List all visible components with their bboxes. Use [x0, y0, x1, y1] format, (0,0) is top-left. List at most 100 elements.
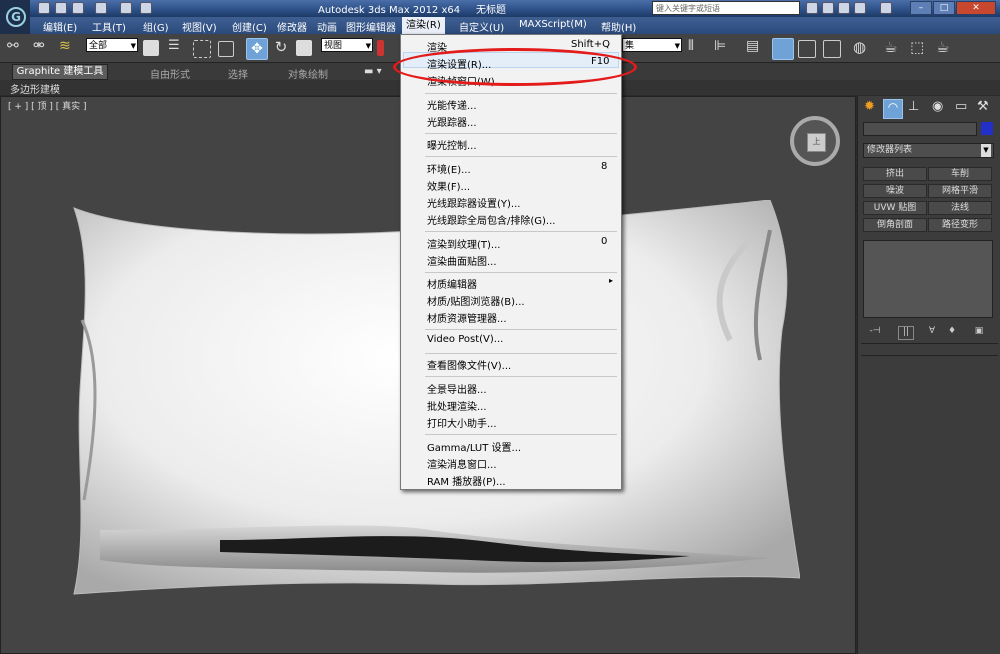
save-file-icon[interactable]	[72, 2, 84, 14]
object-color-swatch[interactable]	[981, 122, 993, 135]
ribbon-options-icon[interactable]: ▬ ▾	[364, 66, 382, 77]
selection-filter-dropdown[interactable]: 全部	[86, 38, 138, 53]
ribbon-tab-object-paint[interactable]: 对象绘制	[288, 66, 328, 81]
curve-editor-icon[interactable]	[798, 40, 816, 58]
named-selection-sets-dropdown[interactable]: 集	[622, 38, 682, 53]
select-and-rotate-icon[interactable]: ↻	[271, 38, 291, 58]
ribbon-panel-polygon-modeling[interactable]: 多边形建模	[10, 81, 60, 96]
new-file-icon[interactable]	[38, 2, 50, 14]
search-icon[interactable]	[806, 2, 818, 14]
window-crossing-icon[interactable]	[218, 41, 234, 57]
select-link-icon[interactable]: ⚯	[7, 38, 27, 58]
menu-exposure-control[interactable]: 曝光控制...	[427, 137, 477, 152]
bind-space-warp-icon[interactable]: ≋	[59, 38, 79, 58]
menu-effects[interactable]: 效果(F)...	[427, 178, 470, 193]
menu-group[interactable]: 组(G)	[143, 19, 169, 34]
ribbon-tab-freeform[interactable]: 自由形式	[150, 66, 190, 81]
communication-center-icon[interactable]	[838, 2, 850, 14]
menu-video-post[interactable]: Video Post(V)...	[427, 334, 503, 345]
minimize-button[interactable]: –	[910, 1, 932, 15]
menu-help[interactable]: 帮助(H)	[601, 19, 636, 34]
menu-material-explorer[interactable]: 材质资源管理器...	[427, 310, 507, 325]
menu-graph-editors[interactable]: 图形编辑器	[346, 19, 396, 34]
menu-gamma-lut-setup[interactable]: Gamma/LUT 设置...	[427, 439, 521, 454]
reference-coordinate-dropdown[interactable]: 视图	[321, 38, 373, 53]
menu-raytracer-settings[interactable]: 光线跟踪器设置(Y)...	[427, 195, 520, 210]
pin-stack-icon[interactable]: -⊣	[868, 326, 882, 338]
ribbon-tab-selection[interactable]: 选择	[228, 66, 248, 81]
create-tab-icon[interactable]: ✹	[864, 99, 882, 117]
schematic-view-icon[interactable]	[823, 40, 841, 58]
rectangular-selection-icon[interactable]	[193, 40, 211, 58]
rendered-frame-window-icon[interactable]: ⬚	[910, 38, 930, 58]
modifier-extrude-button[interactable]: 挤出	[863, 167, 927, 181]
open-file-icon[interactable]	[55, 2, 67, 14]
select-and-move-icon[interactable]: ✥	[246, 38, 268, 60]
menu-print-size-assistant[interactable]: 打印大小助手...	[427, 415, 497, 430]
project-folder-icon[interactable]	[140, 2, 152, 14]
maximize-button[interactable]: □	[933, 1, 955, 15]
menu-light-tracer[interactable]: 光跟踪器...	[427, 114, 477, 129]
app-logo-button[interactable]: G	[0, 0, 30, 36]
graphite-toggle-icon[interactable]	[772, 38, 794, 60]
menu-view-image-file[interactable]: 查看图像文件(V)...	[427, 357, 511, 372]
menu-material-map-browser[interactable]: 材质/贴图浏览器(B)...	[427, 293, 525, 308]
menu-material-editor[interactable]: 材质编辑器	[427, 276, 477, 291]
modifier-lathe-button[interactable]: 车削	[928, 167, 992, 181]
modifier-path-deform-button[interactable]: 路径变形	[928, 218, 992, 232]
menu-environment[interactable]: 环境(E)...	[427, 161, 471, 176]
mirror-icon[interactable]: ⫴	[688, 38, 708, 58]
redo-icon[interactable]	[120, 2, 132, 14]
menu-panorama-exporter[interactable]: 全景导出器...	[427, 381, 487, 396]
layer-manager-icon[interactable]: ▤	[746, 38, 766, 58]
modifier-meshsmooth-button[interactable]: 网格平滑	[928, 184, 992, 198]
viewcube-face[interactable]: 上	[807, 133, 826, 152]
menu-batch-render[interactable]: 批处理渲染...	[427, 398, 487, 413]
menu-radiosity[interactable]: 光能传递...	[427, 97, 477, 112]
menu-maxscript[interactable]: MAXScript(M)	[519, 19, 587, 30]
menu-render-to-texture[interactable]: 渲染到纹理(T)...	[427, 236, 500, 251]
menu-rendering[interactable]: 渲染(R)	[402, 17, 445, 34]
modifier-normal-button[interactable]: 法线	[928, 201, 992, 215]
select-object-icon[interactable]	[143, 40, 159, 56]
menu-tools[interactable]: 工具(T)	[92, 19, 126, 34]
select-and-scale-icon[interactable]	[296, 40, 312, 56]
hierarchy-tab-icon[interactable]: ⊥	[908, 99, 926, 117]
menu-render-message-window[interactable]: 渲染消息窗口...	[427, 456, 497, 471]
close-button[interactable]: ✕	[956, 1, 996, 15]
display-tab-icon[interactable]: ▭	[955, 99, 973, 117]
menu-raytrace-include-exclude[interactable]: 光线跟踪全局包含/排除(G)...	[427, 212, 555, 227]
select-by-name-icon[interactable]: ☰	[168, 38, 188, 58]
render-setup-icon[interactable]: ☕	[884, 38, 904, 58]
modify-tab-icon[interactable]: ◠	[883, 99, 903, 119]
unlink-icon[interactable]: ⚮	[33, 38, 53, 58]
motion-tab-icon[interactable]: ◉	[932, 99, 950, 117]
modifier-noise-button[interactable]: 噪波	[863, 184, 927, 198]
make-unique-icon[interactable]: ∀	[925, 326, 939, 338]
menu-ram-player[interactable]: RAM 播放器(P)...	[427, 473, 506, 488]
modifier-list-dropdown[interactable]: 修改器列表	[863, 143, 994, 158]
favorites-icon[interactable]	[854, 2, 866, 14]
ribbon-tab-graphite[interactable]: Graphite 建模工具	[12, 64, 108, 80]
viewport-label[interactable]: [ + ] [ 顶 ] [ 真实 ]	[8, 99, 87, 112]
modifier-bevel-profile-button[interactable]: 倒角剖面	[863, 218, 927, 232]
menu-create[interactable]: 创建(C)	[232, 19, 267, 34]
undo-icon[interactable]	[95, 2, 107, 14]
menu-edit[interactable]: 编辑(E)	[43, 19, 77, 34]
menu-views[interactable]: 视图(V)	[182, 19, 217, 34]
utilities-tab-icon[interactable]: ⚒	[977, 99, 995, 117]
configure-modifier-sets-icon[interactable]: ▣	[972, 326, 986, 338]
show-end-result-icon[interactable]: ||	[898, 326, 914, 340]
menu-customize[interactable]: 自定义(U)	[459, 19, 504, 34]
modifier-uvw-map-button[interactable]: UVW 贴图	[863, 201, 927, 215]
modifier-stack-list[interactable]	[863, 240, 993, 318]
align-icon[interactable]: ⊫	[714, 38, 734, 58]
subscription-icon[interactable]	[822, 2, 834, 14]
search-input[interactable]: 键入关键字或短语	[652, 1, 800, 15]
pivot-icon[interactable]	[377, 40, 384, 56]
object-name-field[interactable]	[863, 122, 977, 136]
menu-animation[interactable]: 动画	[317, 19, 337, 34]
help-icon[interactable]	[880, 2, 892, 14]
viewcube[interactable]: 上	[790, 116, 840, 166]
menu-render-surface-map[interactable]: 渲染曲面贴图...	[427, 253, 497, 268]
